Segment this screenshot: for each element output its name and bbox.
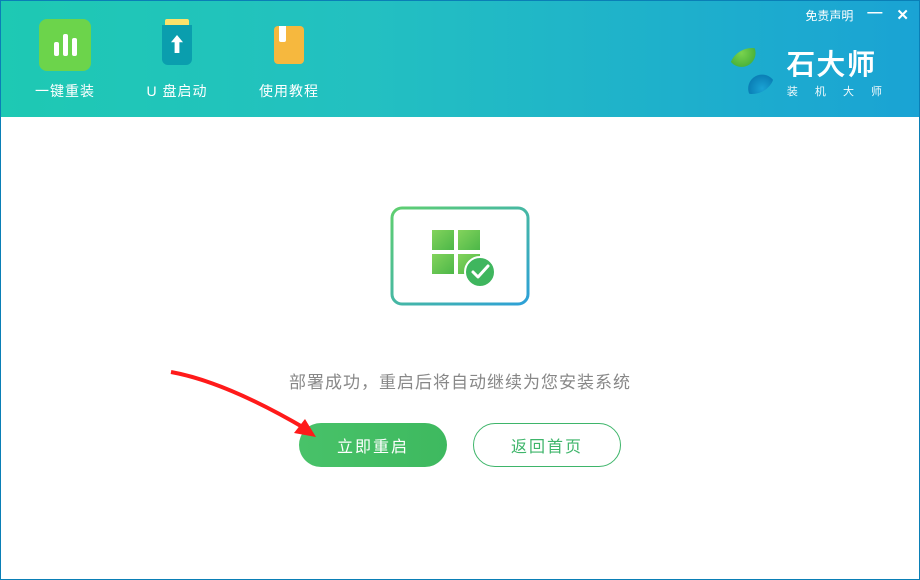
disclaimer-link[interactable]: 免责声明 [805,7,853,24]
header-bar: 一键重装 U 盘启动 使用教程 免责声明 — ✕ 石 [1,1,919,117]
monitor-success-icon [380,200,540,340]
tab-usb-boot[interactable]: U 盘启动 [137,19,217,101]
book-icon [263,19,315,71]
minimize-icon[interactable]: — [867,5,882,20]
brand-subtitle: 装 机 大 师 [787,83,889,99]
tab-tutorial[interactable]: 使用教程 [249,19,329,101]
app-window: 一键重装 U 盘启动 使用教程 免责声明 — ✕ 石 [0,0,920,580]
brand-title: 石大师 [787,43,889,83]
tab-reinstall[interactable]: 一键重装 [25,19,105,101]
status-message: 部署成功，重启后将自动继续为您安装系统 [289,368,631,393]
window-controls: 免责声明 — ✕ [805,7,909,24]
brand: 石大师 装 机 大 师 [729,43,889,99]
tab-label: 使用教程 [259,81,319,101]
restart-button[interactable]: 立即重启 [299,423,447,467]
close-icon[interactable]: ✕ [896,8,909,23]
brand-logo-icon [729,48,775,94]
action-row: 立即重启 返回首页 [299,423,621,467]
nav-tabs: 一键重装 U 盘启动 使用教程 [1,1,329,101]
return-home-button[interactable]: 返回首页 [473,423,621,467]
bar-chart-icon [39,19,91,71]
tab-label: U 盘启动 [147,81,208,101]
tab-label: 一键重装 [35,81,95,101]
main-content: 部署成功，重启后将自动继续为您安装系统 立即重启 返回首页 [1,117,919,579]
usb-icon [151,19,203,71]
